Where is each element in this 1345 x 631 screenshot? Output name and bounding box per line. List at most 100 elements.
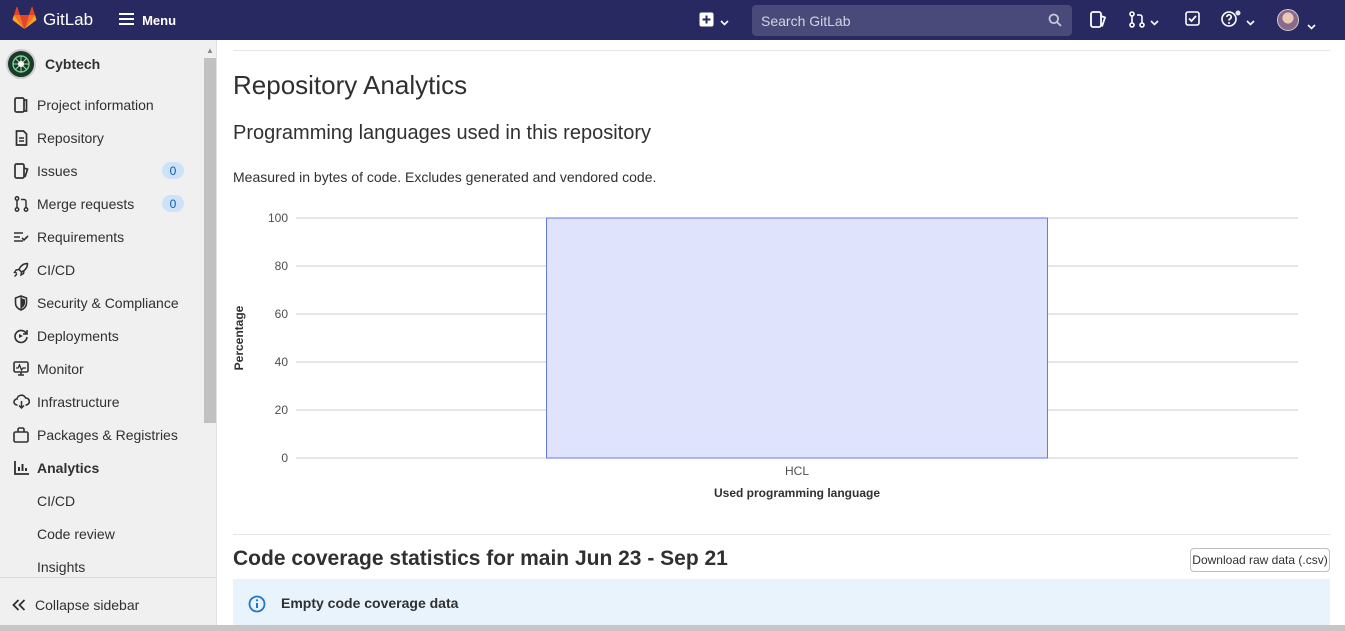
project-information-icon xyxy=(12,96,30,114)
issues-icon xyxy=(12,162,30,180)
chevron-down-icon xyxy=(1150,13,1159,31)
issues-count-badge: 0 xyxy=(162,162,184,179)
sidebar-item-label: Issues xyxy=(37,162,78,179)
rocket-icon xyxy=(12,261,30,279)
y-tick-label: 40 xyxy=(275,355,289,369)
x-axis-label: Used programming language xyxy=(714,486,880,500)
cloud-icon xyxy=(12,393,30,411)
sidebar-item-label: Merge requests xyxy=(37,195,135,212)
sidebar-item-label: Packages & Registries xyxy=(37,426,178,443)
sidebar-item-label: Requirements xyxy=(37,228,125,245)
sidebar-item-label: Security & Compliance xyxy=(37,294,179,311)
y-tick-label: 0 xyxy=(281,451,288,465)
merge-requests-nav-button[interactable] xyxy=(1129,11,1159,33)
sidebar-item-requirements[interactable]: Requirements xyxy=(0,220,216,253)
sidebar-item-label: Repository xyxy=(37,129,104,146)
requirements-icon xyxy=(12,228,30,246)
scroll-up-arrow-icon[interactable]: ▲ xyxy=(206,46,214,55)
search-input[interactable] xyxy=(752,12,1037,29)
collapse-sidebar-button[interactable]: Collapse sidebar xyxy=(0,577,216,631)
divider xyxy=(233,50,1330,51)
download-raw-data-button[interactable]: Download raw data (.csv) xyxy=(1190,548,1330,572)
package-icon xyxy=(12,426,30,444)
merge-request-icon xyxy=(1129,11,1145,33)
help-nav-button[interactable] xyxy=(1221,10,1255,33)
brand-name: GitLab xyxy=(43,10,94,29)
y-axis-label: Percentage xyxy=(233,305,246,370)
top-navbar: GitLab Menu xyxy=(0,0,1345,40)
project-header[interactable]: Cybtech xyxy=(0,40,216,88)
divider xyxy=(233,534,1330,535)
repository-icon xyxy=(12,129,30,147)
plus-square-icon xyxy=(699,12,714,32)
sidebar-item-repository[interactable]: Repository xyxy=(0,121,216,154)
analytics-icon xyxy=(12,459,30,477)
page-title: Repository Analytics xyxy=(233,70,468,100)
deployments-icon xyxy=(12,327,30,345)
sidebar-item-issues[interactable]: Issues 0 xyxy=(0,154,216,187)
coverage-heading: Code coverage statistics for main Jun 23… xyxy=(233,547,728,571)
sidebar-item-label: CI/CD xyxy=(37,261,76,278)
info-icon xyxy=(248,595,266,618)
menu-label: Menu xyxy=(142,12,177,28)
sidebar-scrollbar[interactable]: ▲ xyxy=(202,46,216,576)
menu-button[interactable]: Menu xyxy=(119,12,177,28)
sidebar-subitem-label: Code review xyxy=(37,525,115,542)
project-avatar xyxy=(6,49,36,79)
os-taskbar xyxy=(0,625,1345,631)
search-icon xyxy=(1048,13,1062,32)
shield-icon xyxy=(12,294,30,312)
gitlab-logo-icon xyxy=(12,6,37,35)
gitlab-home-link[interactable]: GitLab xyxy=(12,6,93,35)
sidebar-subitem-cicd[interactable]: CI/CD xyxy=(0,484,216,517)
new-dropdown-button[interactable] xyxy=(699,12,729,32)
chevron-down-icon[interactable] xyxy=(1307,17,1316,35)
y-tick-label: 20 xyxy=(275,403,289,417)
sidebar-subitem-label: CI/CD xyxy=(37,492,76,509)
sidebar-item-packages-registries[interactable]: Packages & Registries xyxy=(0,418,216,451)
bar xyxy=(546,217,1048,459)
y-tick-label: 60 xyxy=(275,307,289,321)
todos-nav-icon[interactable] xyxy=(1185,11,1200,31)
chevron-down-icon xyxy=(720,13,729,31)
sidebar-item-monitor[interactable]: Monitor xyxy=(0,352,216,385)
languages-heading: Programming languages used in this repos… xyxy=(233,122,651,144)
help-icon xyxy=(1221,10,1241,33)
search-box[interactable] xyxy=(752,5,1072,36)
sidebar-item-label: Project information xyxy=(37,96,154,113)
scrollbar-thumb[interactable] xyxy=(204,58,216,423)
project-sidebar: Cybtech Project information Repository I… xyxy=(0,40,217,631)
chevron-down-icon xyxy=(1246,13,1255,31)
x-tick-label: HCL xyxy=(785,464,809,478)
y-tick-label: 100 xyxy=(268,211,288,225)
sidebar-item-label: Deployments xyxy=(37,327,119,344)
collapse-sidebar-label: Collapse sidebar xyxy=(35,596,140,613)
sidebar-item-label: Analytics xyxy=(37,459,100,476)
coverage-branch: main xyxy=(520,547,570,570)
sidebar-item-deployments[interactable]: Deployments xyxy=(0,319,216,352)
project-name: Cybtech xyxy=(45,56,101,72)
issues-nav-icon[interactable] xyxy=(1090,11,1107,33)
monitor-icon xyxy=(12,360,30,378)
merge-request-icon xyxy=(12,195,30,213)
languages-bar-chart: 0 20 40 60 80 100 HCL Used programming language… xyxy=(233,211,1298,500)
sidebar-item-security-compliance[interactable]: Security & Compliance xyxy=(0,286,216,319)
sidebar-item-cicd[interactable]: CI/CD xyxy=(0,253,216,286)
merge-requests-count-badge: 0 xyxy=(162,195,184,212)
sidebar-item-merge-requests[interactable]: Merge requests 0 xyxy=(0,187,216,220)
sidebar-item-project-information[interactable]: Project information xyxy=(0,88,216,121)
coverage-range: Jun 23 - Sep 21 xyxy=(569,547,728,570)
main-content: Repository Analytics Programming languag… xyxy=(233,40,1330,631)
user-avatar[interactable] xyxy=(1277,9,1299,31)
y-tick-label: 80 xyxy=(275,259,289,273)
sidebar-item-label: Infrastructure xyxy=(37,393,120,410)
coverage-heading-prefix: Code coverage statistics for xyxy=(233,547,521,570)
sidebar-item-infrastructure[interactable]: Infrastructure xyxy=(0,385,216,418)
hamburger-icon xyxy=(119,12,135,28)
alert-title: Empty code coverage data xyxy=(281,595,459,611)
sidebar-item-analytics[interactable]: Analytics xyxy=(0,451,216,484)
coverage-alert: Empty code coverage data xyxy=(233,579,1330,631)
sidebar-subitem-code-review[interactable]: Code review xyxy=(0,517,216,550)
sidebar-item-label: Monitor xyxy=(37,360,84,377)
languages-description: Measured in bytes of code. Excludes gene… xyxy=(233,169,657,185)
